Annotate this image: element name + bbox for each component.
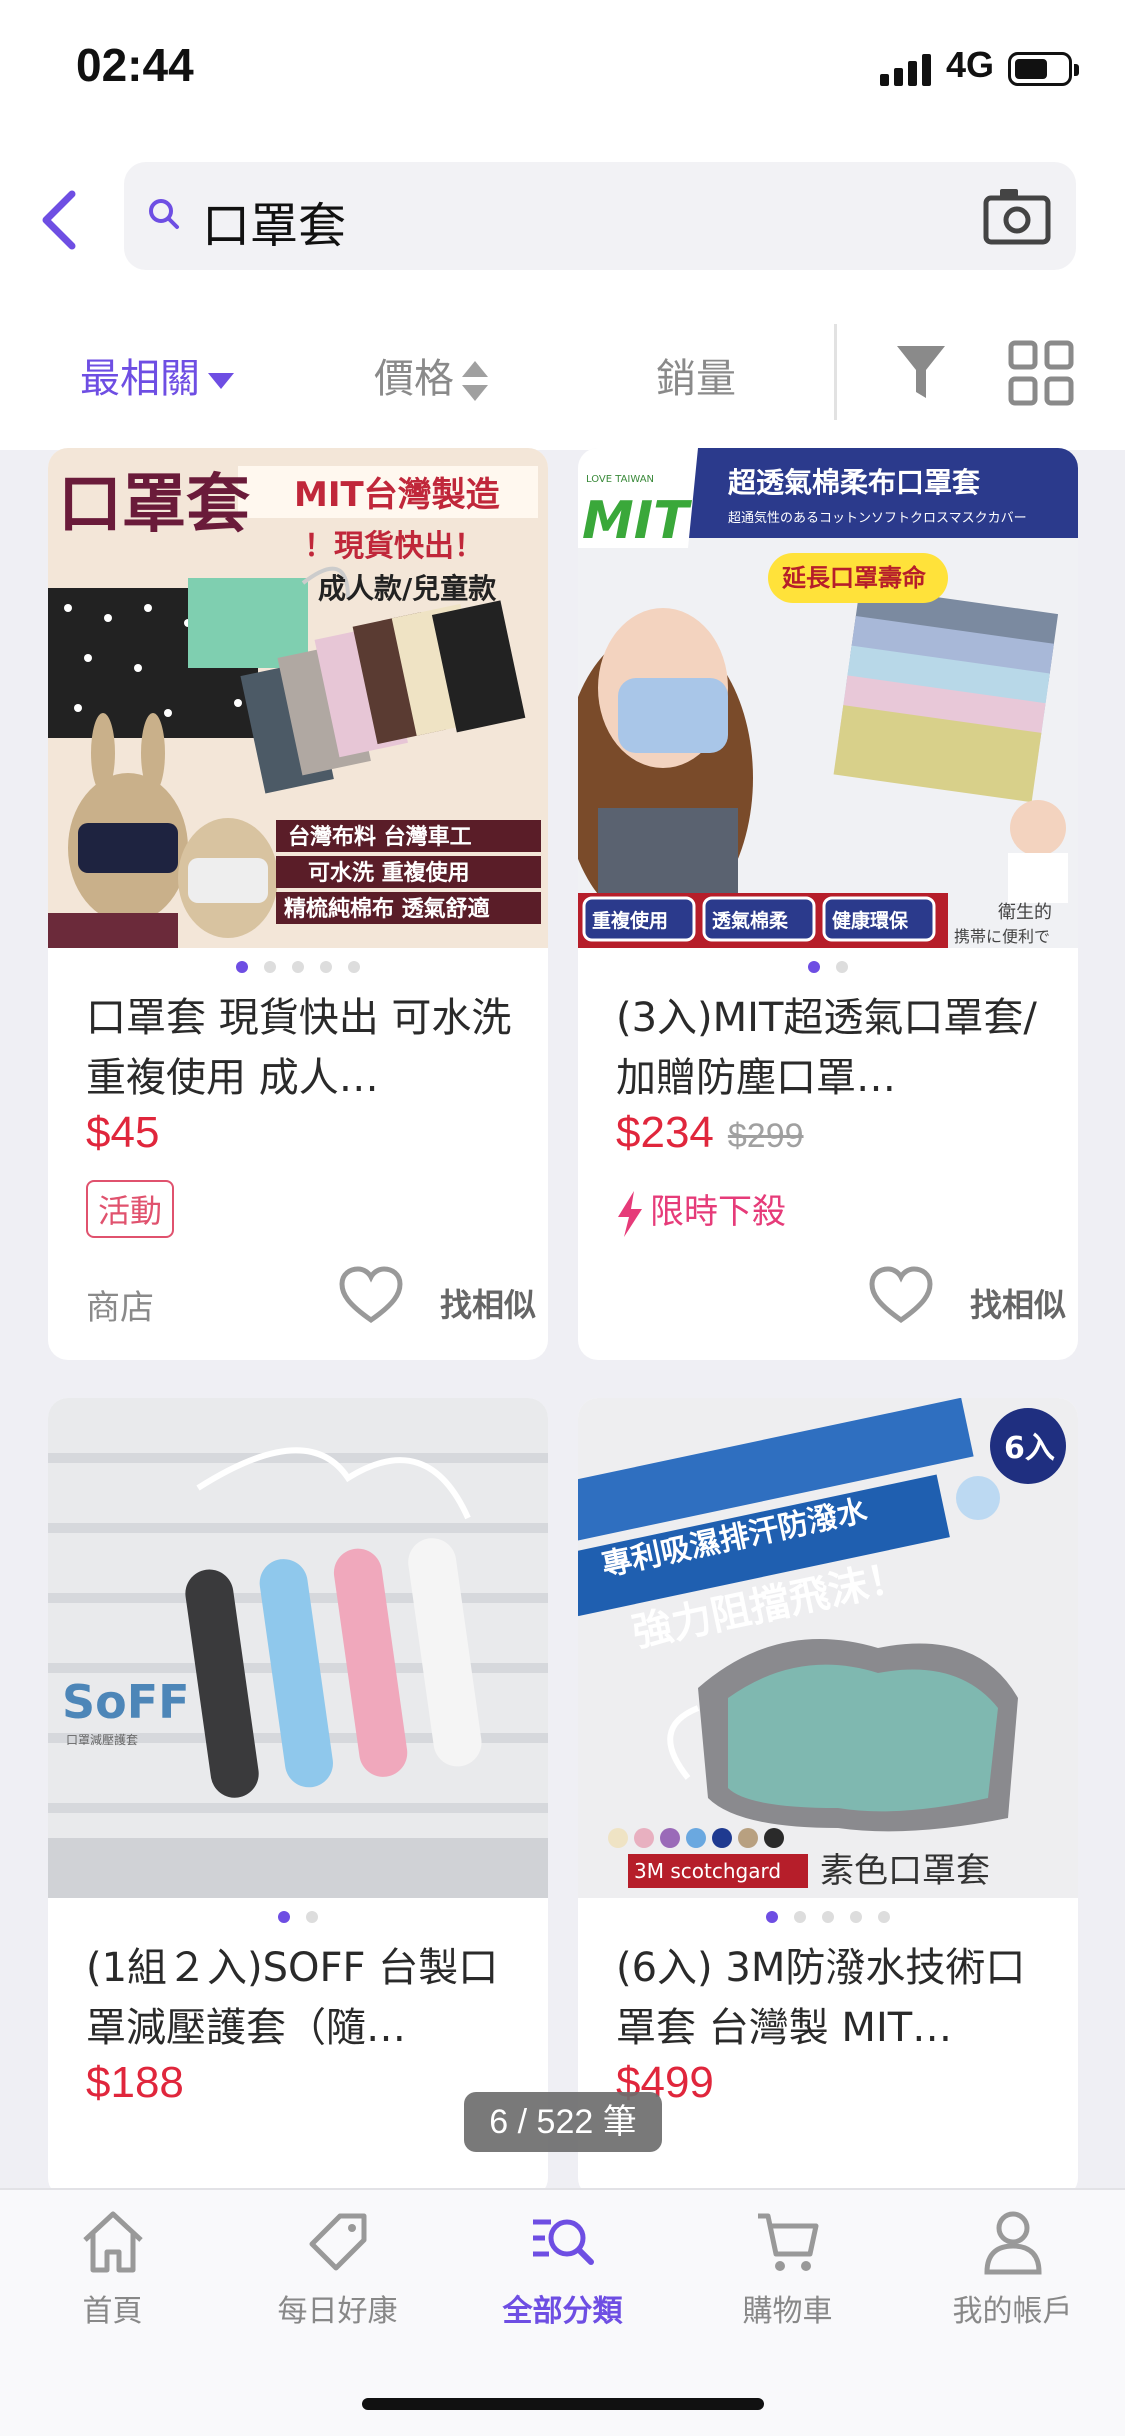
sort-sales[interactable]: 銷量 (656, 346, 736, 404)
image-carousel-dots (48, 958, 548, 973)
current-price: $234 (616, 1108, 714, 1157)
user-icon (983, 2211, 1042, 2275)
sort-price-label: 價格 (374, 356, 454, 402)
caret-down-icon (208, 373, 234, 389)
tag-icon (309, 2213, 366, 2271)
tab-daily-deals[interactable]: 每日好康 (225, 2208, 450, 2330)
sort-relevance[interactable]: 最相關 (80, 346, 234, 404)
flash-sale-badge: 限時下殺 (616, 1184, 786, 1237)
image-text: SoFF (62, 1675, 190, 1729)
promo-tag: 活動 (86, 1180, 175, 1238)
image-text: LOVE TAIWAN (586, 474, 654, 485)
product-image[interactable]: 口罩套 MIT台灣製造 ！現貨快出！ 成人款/兒童款 台灣布料 台灣車工 可水洗… (48, 448, 548, 948)
image-text: MIT (582, 491, 692, 551)
sort-price[interactable]: 價格 (374, 346, 488, 404)
signal-icon (880, 52, 934, 86)
status-bar: 02:44 4G (0, 0, 1125, 140)
sort-divider (834, 324, 837, 420)
store-link[interactable]: 商店 (86, 1280, 154, 1329)
image-text: 重複使用 (592, 909, 668, 932)
sort-bar: 最相關 價格 銷量 (0, 290, 1125, 450)
home-indicator (362, 2398, 764, 2410)
image-text: 超透氣棉柔布口罩套 (728, 466, 981, 499)
find-similar-button[interactable]: 找相似 (440, 1280, 536, 1326)
tab-my-account[interactable]: 我的帳戶 (900, 2208, 1125, 2330)
original-price: $299 (727, 1117, 804, 1155)
product-card[interactable]: SoFF 口罩減壓護套 (1組２入)SOFF 台製口罩減壓護套（隨… $188 (48, 1398, 548, 2198)
tab-daily-deals-label: 每日好康 (277, 2294, 398, 2329)
image-text: 台灣布料 台灣車工 (288, 824, 472, 850)
product-card[interactable]: 口罩套 MIT台灣製造 ！現貨快出！ 成人款/兒童款 台灣布料 台灣車工 可水洗… (48, 448, 548, 1360)
tab-home-label: 首頁 (82, 2294, 143, 2329)
find-similar-button[interactable]: 找相似 (970, 1280, 1066, 1326)
back-button[interactable] (36, 188, 88, 252)
sort-relevance-label: 最相關 (80, 356, 200, 402)
image-text: 透氣棉柔 (712, 909, 789, 932)
chevron-left-icon (42, 190, 76, 250)
status-time: 02:44 (76, 39, 194, 91)
product-price: $45 (86, 1108, 160, 1157)
image-text: 成人款/兒童款 (318, 572, 497, 605)
image-text: 健康環保 (832, 909, 909, 932)
tab-cart[interactable]: 購物車 (675, 2208, 900, 2330)
heart-icon[interactable] (868, 1266, 934, 1326)
image-text: ！現貨快出！ (304, 529, 484, 564)
product-image[interactable]: 專利吸濕排汗防潑水 強力阻擋飛沫！ 6入 3M scotchgard 素色口罩套 (578, 1398, 1078, 1898)
product-card[interactable]: 專利吸濕排汗防潑水 強力阻擋飛沫！ 6入 3M scotchgard 素色口罩套… (578, 1398, 1078, 2198)
image-text: 6入 (1004, 1431, 1055, 1466)
image-carousel-dots (48, 1908, 548, 1923)
image-text: 超通気性のあるコットンソフトクロスマスクカバー (728, 510, 1027, 526)
product-title[interactable]: (1組２入)SOFF 台製口罩減壓護套（隨… (86, 1938, 516, 2058)
flash-sale-label: 限時下殺 (650, 1192, 786, 1232)
tab-all-categories[interactable]: 全部分類 (450, 2208, 675, 2330)
camera-icon[interactable] (982, 186, 1052, 246)
heart-icon[interactable] (338, 1266, 404, 1326)
product-price: $234 $299 (616, 1108, 804, 1158)
tab-cart-label: 購物車 (742, 2294, 833, 2329)
search-input[interactable]: 口罩套 (202, 186, 346, 256)
home-icon (82, 2211, 143, 2273)
image-text: 3M scotchgard (634, 1859, 781, 1883)
image-text: MIT台灣製造 (294, 475, 500, 515)
tab-my-account-label: 我的帳戶 (952, 2294, 1073, 2329)
product-title[interactable]: 口罩套 現貨快出 可水洗重複使用 成人… (86, 988, 516, 1108)
filter-icon[interactable] (895, 342, 947, 402)
image-text: 口罩減壓護套 (66, 1732, 138, 1747)
result-counter: 6 / 522 筆 (464, 2092, 662, 2152)
cart-icon (757, 2213, 818, 2271)
lightning-icon (618, 1190, 642, 1237)
product-title[interactable]: (6入) 3M防潑水技術口罩套 台灣製 MIT… (616, 1938, 1046, 2058)
sort-sales-label: 銷量 (656, 356, 736, 402)
image-text: 精梳純棉布 透氣舒適 (284, 896, 490, 922)
search-header: 口罩套 (0, 140, 1125, 290)
search-icon (149, 199, 179, 229)
product-title[interactable]: (3入)MIT超透氣口罩套/加贈防塵口罩… (616, 988, 1046, 1108)
tab-all-categories-label: 全部分類 (502, 2294, 623, 2329)
sort-arrows-icon (462, 361, 488, 401)
tab-home[interactable]: 首頁 (0, 2208, 225, 2330)
product-image[interactable]: SoFF 口罩減壓護套 (48, 1398, 548, 1898)
category-search-icon (532, 2219, 594, 2265)
image-text: 素色口罩套 (820, 1851, 990, 1891)
image-text: 延長口罩壽命 (781, 564, 927, 592)
product-card[interactable]: LOVE TAIWAN MIT 超透氣棉柔布口罩套 超通気性のあるコットンソフト… (578, 448, 1078, 1360)
battery-icon (1008, 52, 1079, 86)
image-text: 衛生的 (998, 902, 1052, 923)
image-carousel-dots (578, 1908, 1078, 1923)
image-text: 口罩套 (58, 468, 250, 542)
product-image[interactable]: LOVE TAIWAN MIT 超透氣棉柔布口罩套 超通気性のあるコットンソフト… (578, 448, 1078, 948)
image-text: 可水洗 重複使用 (308, 860, 470, 886)
image-carousel-dots (578, 958, 1078, 973)
product-price: $188 (86, 2058, 184, 2107)
network-type: 4G (946, 44, 995, 85)
image-text: 携帯に便利で (954, 927, 1050, 946)
search-bar[interactable]: 口罩套 (124, 162, 1076, 270)
grid-view-icon[interactable] (1008, 340, 1074, 406)
